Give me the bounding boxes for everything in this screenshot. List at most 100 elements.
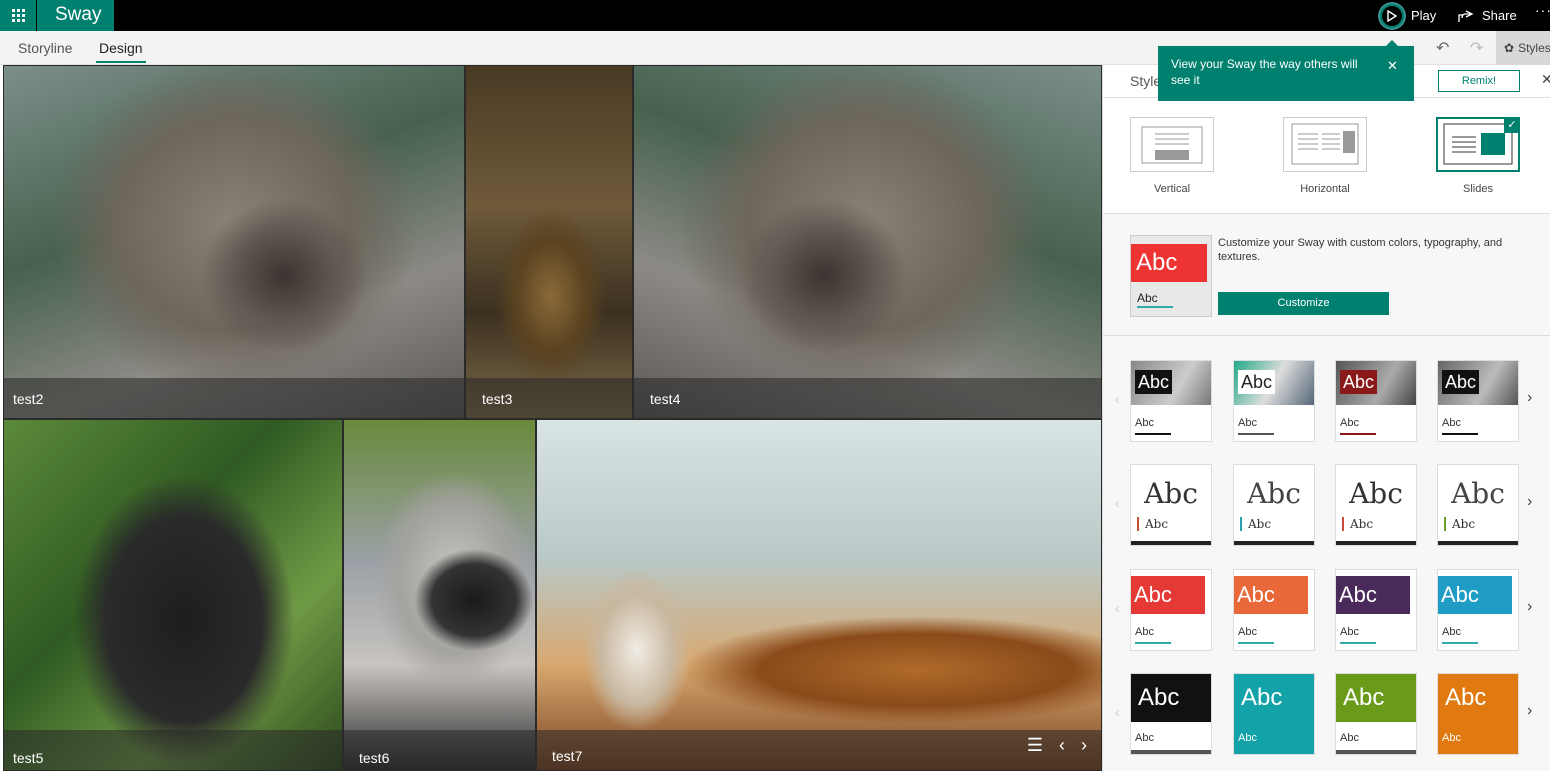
style-card-heading: Abc [1438,576,1512,614]
style-card-subheading: Abc [1135,417,1154,429]
next-styles-icon[interactable]: › [1527,493,1532,511]
style-card[interactable]: Abc Abc [1437,569,1519,651]
image-card[interactable]: test4 [633,65,1102,419]
style-card-subheading: Abc [1135,732,1154,744]
layout-options: Vertical Horizontal ✓ Slides [1103,98,1550,214]
style-card[interactable]: Abc Abc [1130,673,1212,755]
style-card-heading: Abc [1241,684,1283,711]
more-options-button[interactable]: ··· [1535,2,1550,18]
layout-horizontal-option[interactable] [1283,117,1367,172]
previous-styles-icon[interactable]: ‹ [1115,704,1120,720]
tab-design[interactable]: Design [99,40,143,56]
style-row: ‹ Abc Abc Abc Abc Abc Abc Abc Abc › [1103,569,1550,651]
style-card[interactable]: Abc Abc [1335,464,1417,546]
image-caption: test7 [552,748,583,764]
image-card[interactable]: test5 [3,419,343,771]
vertical-layout-icon [1141,126,1203,164]
customize-section: Abc Abc Customize your Sway with custom … [1103,214,1550,336]
caption-bar [537,730,1101,770]
style-card[interactable]: Abc Abc [1130,360,1212,442]
style-card[interactable]: Abc Abc [1233,360,1315,442]
slide-nav-controls: ☰ ‹ › [1027,735,1087,756]
image-caption: test2 [13,391,44,407]
navigation-menu-icon[interactable]: ☰ [1027,735,1043,756]
style-card-heading: Abc [1131,576,1205,614]
image-card[interactable]: test3 [465,65,633,419]
previous-styles-icon[interactable]: ‹ [1115,495,1120,511]
style-card-footer [1131,541,1211,545]
style-card-subheading: Abc [1442,626,1461,638]
tooltip-text: View your Sway the way others will see i… [1171,57,1358,87]
redo-icon[interactable]: ↷ [1470,38,1483,58]
image-caption: test5 [13,750,44,766]
style-card-subheading: Abc [1442,417,1461,429]
style-card-underline [1442,433,1478,435]
style-card-footer [1131,750,1211,754]
style-card[interactable]: Abc Abc [1233,464,1315,546]
caption-bar [634,378,1101,418]
previous-styles-icon[interactable]: ‹ [1115,600,1120,616]
style-card-subheading: Abc [1350,517,1374,531]
play-icon [1380,3,1404,28]
design-preview-canvas[interactable]: test2 test3 test4 test5 test6 test7 ☰ ‹ … [3,65,1102,771]
style-card-heading: Abc [1135,370,1173,394]
style-card-heading: Abc [1138,684,1180,711]
remix-button[interactable]: Remix! [1438,70,1520,92]
style-card[interactable]: Abc Abc [1335,569,1417,651]
image-card[interactable]: test2 [3,65,465,419]
thumbnail-subheading: Abc [1137,291,1158,305]
image-card[interactable]: test6 [343,419,536,771]
layout-slides-option[interactable]: ✓ [1436,117,1520,172]
style-card[interactable]: Abc Abc [1335,673,1417,755]
style-card-underline [1135,642,1171,644]
play-button[interactable]: Play [1380,0,1436,31]
next-styles-icon[interactable]: › [1527,702,1532,720]
style-card-footer [1438,541,1518,545]
share-button[interactable]: Share [1458,0,1517,31]
style-card-subheading: Abc [1340,732,1359,744]
styles-toggle-button[interactable]: ✿ Styles [1496,31,1550,65]
style-card-heading: Abc [1336,576,1410,614]
layout-slides-label: Slides [1463,183,1493,195]
next-styles-icon[interactable]: › [1527,389,1532,407]
selected-check-icon: ✓ [1504,117,1520,133]
style-card[interactable]: Abc Abc [1130,569,1212,651]
style-card-subheading: Abc [1238,626,1257,638]
style-card[interactable]: Abc Abc [1130,464,1212,546]
style-card[interactable]: Abc Abc [1233,673,1315,755]
style-card[interactable]: Abc Abc [1437,464,1519,546]
app-launcher-button[interactable] [0,0,36,31]
play-label: Play [1411,8,1437,23]
style-card-heading: Abc [1238,370,1276,394]
share-icon [1458,9,1474,22]
customize-button[interactable]: Customize [1218,292,1389,315]
layout-vertical-option[interactable] [1130,117,1214,172]
previous-slide-icon[interactable]: ‹ [1059,735,1065,756]
style-card[interactable]: Abc Abc [1233,569,1315,651]
custom-style-thumbnail[interactable]: Abc Abc [1130,235,1212,317]
styles-toggle-label: Styles [1518,41,1550,55]
tab-storyline[interactable]: Storyline [18,40,72,56]
style-card-subheading: Abc [1340,417,1359,429]
image-card[interactable]: test7 ☰ ‹ › [536,419,1102,771]
next-slide-icon[interactable]: › [1081,735,1087,756]
style-card-underline [1238,642,1274,644]
close-panel-icon[interactable]: ✕ [1541,71,1550,88]
style-card[interactable]: Abc Abc [1437,673,1519,755]
style-card-subheading: Abc [1442,732,1461,744]
style-card-underline [1135,433,1171,435]
share-label: Share [1482,8,1517,23]
image-caption: test3 [482,391,513,407]
undo-icon[interactable]: ↶ [1436,38,1449,58]
style-card-underline [1238,433,1274,435]
style-card[interactable]: Abc Abc [1335,360,1417,442]
style-card[interactable]: Abc Abc [1437,360,1519,442]
waffle-icon [11,9,25,22]
style-card-heading: Abc [1340,370,1378,394]
style-card-heading: Abc [1144,477,1198,510]
close-tooltip-icon[interactable]: ✕ [1387,58,1398,74]
style-card-accent-bar [1137,517,1139,531]
previous-styles-icon[interactable]: ‹ [1115,391,1120,407]
style-card-heading: Abc [1451,477,1505,510]
next-styles-icon[interactable]: › [1527,598,1532,616]
